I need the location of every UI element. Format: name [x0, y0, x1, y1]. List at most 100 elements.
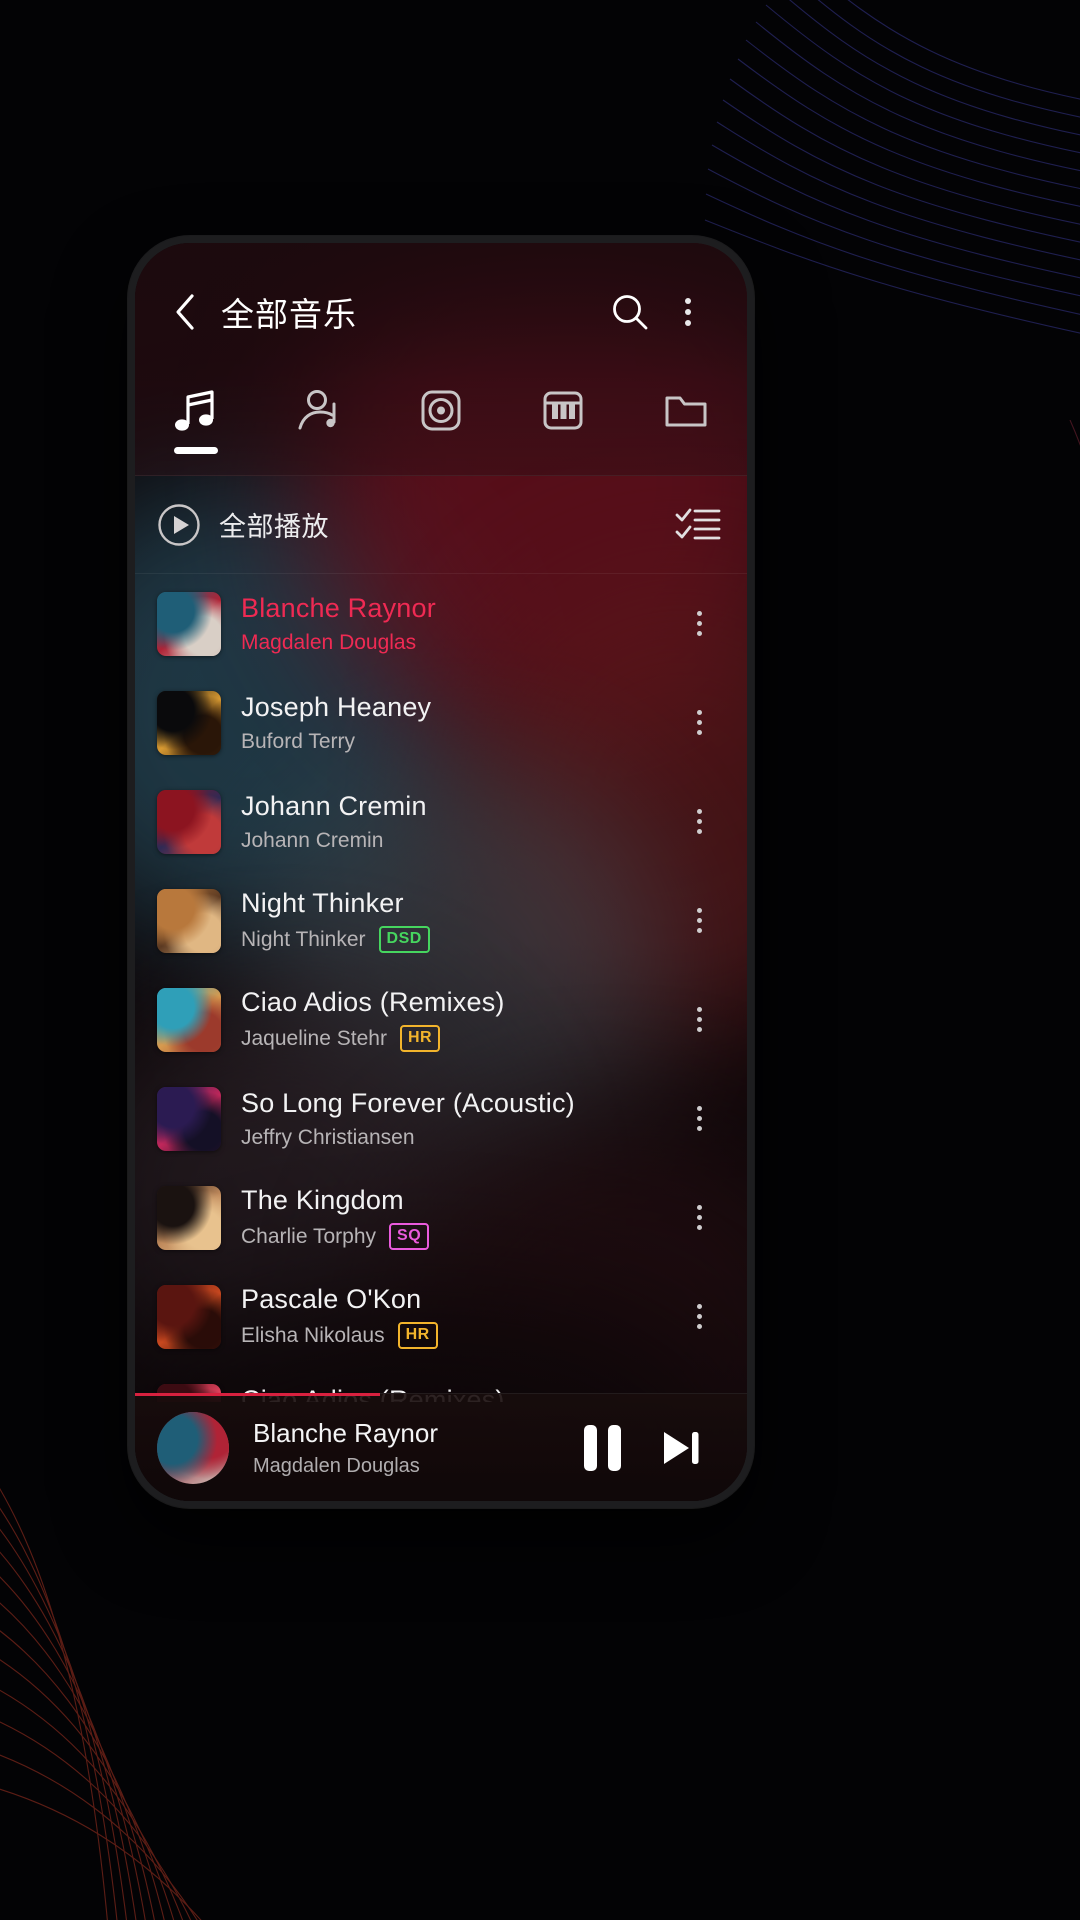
song-row[interactable]: Pascale O'Kon Elisha Nikolaus HR [135, 1267, 747, 1366]
play-all-label: 全部播放 [219, 512, 329, 542]
song-title: Joseph Heaney [241, 691, 432, 722]
song-subtitle: Jaqueline Stehr HR [241, 1025, 673, 1052]
more-vertical-icon [696, 710, 702, 735]
more-vertical-icon [696, 1205, 702, 1230]
song-meta: So Long Forever (Acoustic) Jeffry Christi… [241, 1088, 673, 1150]
album-artwork [157, 1185, 221, 1250]
playlist-checklist-icon [675, 508, 721, 539]
more-vertical-icon [696, 908, 702, 933]
app-header: 全部音乐 [135, 243, 747, 381]
play-all-row[interactable]: 全部播放 [135, 476, 747, 574]
phone-screen: 全部音乐 全部播放 Blanche Raynor Magdalen Dougla… [135, 243, 747, 1501]
next-track-button[interactable] [641, 1409, 719, 1487]
play-circle-icon [158, 503, 200, 546]
playback-progress-bar[interactable] [135, 1393, 380, 1396]
now-playing-artwork[interactable] [157, 1411, 229, 1484]
song-row[interactable]: Johann Cremin Johann Cremin [135, 772, 747, 871]
tab-active-indicator [174, 447, 219, 454]
song-row[interactable]: Joseph Heaney Buford Terry [135, 673, 747, 772]
song-meta: Johann Cremin Johann Cremin [241, 791, 673, 853]
more-vertical-icon [696, 1007, 702, 1032]
song-row[interactable]: Night Thinker Night Thinker DSD [135, 871, 747, 970]
song-subtitle: Charlie Torphy SQ [241, 1223, 673, 1250]
song-meta: Pascale O'Kon Elisha Nikolaus HR [241, 1284, 673, 1349]
song-meta: Blanche Raynor Magdalen Douglas [241, 593, 673, 655]
page-title: 全部音乐 [221, 296, 357, 333]
quality-badge: HR [399, 1025, 441, 1052]
overflow-menu-button[interactable] [659, 283, 717, 341]
quality-badge: HR [397, 1322, 438, 1349]
album-disc-icon [415, 385, 467, 437]
song-artist: Night Thinker [241, 927, 366, 951]
more-vertical-icon [685, 298, 691, 326]
song-row[interactable]: The Kingdom Charlie Torphy SQ [135, 1168, 747, 1267]
wave-lines-right [1069, 420, 1080, 447]
category-tabs [135, 381, 747, 476]
song-overflow-button[interactable] [673, 1205, 725, 1230]
song-artist: Magdalen Douglas [241, 630, 417, 654]
tab-songs[interactable] [135, 381, 257, 454]
song-subtitle: Jeffry Christiansen [241, 1126, 673, 1150]
song-row[interactable]: So Long Forever (Acoustic) Jeffry Christi… [135, 1069, 747, 1168]
song-title: Pascale O'Kon [241, 1284, 422, 1314]
song-title: So Long Forever (Acoustic) [241, 1087, 575, 1118]
song-subtitle: Elisha Nikolaus HR [241, 1322, 673, 1349]
song-title: Ciao Adios (Remixes) [241, 987, 505, 1017]
song-title: The Kingdom [241, 1185, 404, 1215]
album-artwork [157, 888, 221, 953]
song-artist: Johann Cremin [241, 828, 384, 852]
song-overflow-button[interactable] [673, 809, 725, 834]
more-vertical-icon [696, 611, 702, 636]
music-note-icon [170, 385, 222, 437]
back-button[interactable] [159, 286, 211, 338]
pause-button[interactable] [563, 1409, 641, 1487]
song-overflow-button[interactable] [673, 611, 725, 636]
album-artwork [157, 987, 221, 1052]
pause-icon [583, 1424, 621, 1471]
tab-albums[interactable] [380, 381, 502, 454]
song-title: Johann Cremin [241, 790, 427, 821]
song-subtitle: Buford Terry [241, 730, 673, 754]
song-row[interactable]: Blanche Raynor Magdalen Douglas [135, 574, 747, 673]
folder-icon [660, 385, 712, 437]
song-subtitle: Night Thinker DSD [241, 926, 673, 953]
tab-artists[interactable] [257, 381, 379, 454]
tab-genres[interactable] [502, 381, 624, 454]
song-meta: Night Thinker Night Thinker DSD [241, 888, 673, 953]
more-vertical-icon [696, 1304, 702, 1329]
song-overflow-button[interactable] [673, 1007, 725, 1032]
playlist-checklist-button[interactable] [675, 506, 721, 544]
album-artwork [157, 1086, 221, 1151]
song-meta: The Kingdom Charlie Torphy SQ [241, 1185, 673, 1250]
song-artist: Elisha Nikolaus [241, 1323, 385, 1347]
now-playing-title: Blanche Raynor [253, 1417, 438, 1448]
now-playing-artist: Magdalen Douglas [253, 1454, 420, 1477]
song-artist: Jaqueline Stehr [241, 1026, 387, 1050]
phone-frame: 全部音乐 全部播放 Blanche Raynor Magdalen Dougla… [128, 236, 754, 1508]
song-artist: Jeffry Christiansen [241, 1125, 415, 1149]
chevron-left-icon [176, 294, 194, 330]
album-artwork [157, 789, 221, 854]
song-meta: Ciao Adios (Remixes) Jaqueline Stehr HR [241, 987, 673, 1052]
album-artwork [157, 690, 221, 755]
album-artwork [157, 1284, 221, 1349]
album-artwork [157, 591, 221, 656]
more-vertical-icon [696, 1106, 702, 1131]
song-title: Blanche Raynor [241, 592, 436, 623]
song-overflow-button[interactable] [673, 1304, 725, 1329]
song-row[interactable]: Ciao Adios (Remixes) Jaqueline Stehr HR [135, 970, 747, 1069]
song-meta: Joseph Heaney Buford Terry [241, 692, 673, 754]
search-icon [613, 295, 648, 330]
quality-badge: DSD [378, 926, 430, 953]
song-overflow-button[interactable] [673, 710, 725, 735]
artist-icon [293, 385, 345, 437]
song-overflow-button[interactable] [673, 1106, 725, 1131]
song-artist: Buford Terry [241, 729, 355, 753]
search-button[interactable] [601, 283, 659, 341]
tab-folders[interactable] [625, 381, 747, 454]
song-list[interactable]: Blanche Raynor Magdalen Douglas Joseph Hea… [135, 574, 747, 1402]
song-title: Night Thinker [241, 888, 404, 918]
song-overflow-button[interactable] [673, 908, 725, 933]
more-vertical-icon [696, 809, 702, 834]
quality-badge: SQ [389, 1223, 430, 1250]
